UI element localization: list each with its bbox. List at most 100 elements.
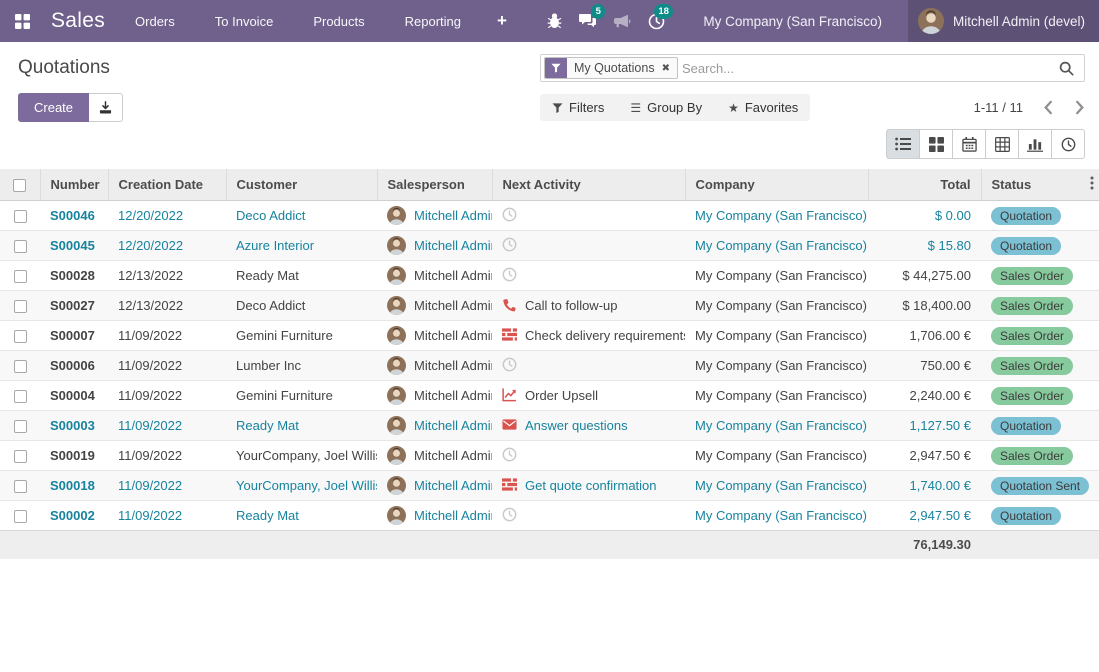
activity-label[interactable]: Check delivery requirements bbox=[525, 328, 685, 343]
company-link[interactable]: My Company (San Francisco) bbox=[695, 208, 867, 223]
order-number-link[interactable]: S00045 bbox=[50, 238, 95, 253]
clock-icon[interactable] bbox=[502, 507, 517, 525]
order-number-link[interactable]: S00027 bbox=[50, 298, 95, 313]
envelope-icon[interactable] bbox=[502, 417, 517, 435]
pivot-view-icon[interactable] bbox=[985, 129, 1019, 159]
row-checkbox[interactable] bbox=[14, 420, 27, 433]
row-checkbox[interactable] bbox=[14, 510, 27, 523]
row-checkbox[interactable] bbox=[14, 300, 27, 313]
company-link[interactable]: My Company (San Francisco) bbox=[695, 508, 867, 523]
salesperson-link[interactable]: Mitchell Admin bbox=[414, 358, 492, 373]
search-facet-my-quotations[interactable]: My Quotations ✖ bbox=[544, 57, 678, 79]
favorites-button[interactable]: ★ Favorites bbox=[728, 100, 798, 115]
order-number-link[interactable]: S00018 bbox=[50, 478, 95, 493]
optional-columns-icon[interactable] bbox=[1090, 176, 1094, 193]
salesperson-link[interactable]: Mitchell Admin bbox=[414, 238, 492, 253]
table-row[interactable]: S0001811/09/2022YourCompany, Joel Willis… bbox=[0, 471, 1099, 501]
debug-bug-icon[interactable] bbox=[537, 0, 571, 42]
order-number-link[interactable]: S00003 bbox=[50, 418, 95, 433]
pager-next-icon[interactable] bbox=[1075, 100, 1085, 115]
company-link[interactable]: My Company (San Francisco) bbox=[695, 358, 867, 373]
order-number-link[interactable]: S00002 bbox=[50, 508, 95, 523]
kanban-view-icon[interactable] bbox=[919, 129, 953, 159]
row-checkbox[interactable] bbox=[14, 240, 27, 253]
row-checkbox[interactable] bbox=[14, 270, 27, 283]
salesperson-link[interactable]: Mitchell Admin bbox=[414, 208, 492, 223]
activities-clock-icon[interactable]: 18 bbox=[639, 0, 673, 42]
customer-link[interactable]: Ready Mat bbox=[236, 508, 299, 523]
phone-icon[interactable] bbox=[502, 297, 517, 315]
search-input[interactable] bbox=[682, 61, 1049, 76]
pager-previous-icon[interactable] bbox=[1043, 100, 1053, 115]
company-switcher[interactable]: My Company (San Francisco) bbox=[673, 0, 908, 42]
clock-icon[interactable] bbox=[502, 237, 517, 255]
group-by-button[interactable]: ☰ Group By bbox=[630, 100, 702, 115]
chart-icon[interactable] bbox=[502, 387, 517, 405]
activity-label[interactable]: Call to follow-up bbox=[525, 298, 618, 313]
clock-icon[interactable] bbox=[502, 207, 517, 225]
salesperson-link[interactable]: Mitchell Admin bbox=[414, 448, 492, 463]
customer-link[interactable]: Gemini Furniture bbox=[236, 388, 333, 403]
header-creation-date[interactable]: Creation Date bbox=[108, 169, 226, 201]
order-number-link[interactable]: S00007 bbox=[50, 328, 95, 343]
activity-label[interactable]: Get quote confirmation bbox=[525, 478, 657, 493]
clock-icon[interactable] bbox=[502, 357, 517, 375]
customer-link[interactable]: Deco Addict bbox=[236, 298, 305, 313]
company-link[interactable]: My Company (San Francisco) bbox=[695, 328, 867, 343]
messages-icon[interactable]: 5 bbox=[571, 0, 605, 42]
export-download-icon[interactable] bbox=[89, 93, 123, 122]
header-number[interactable]: Number bbox=[40, 169, 108, 201]
row-checkbox[interactable] bbox=[14, 390, 27, 403]
customer-link[interactable]: Deco Addict bbox=[236, 208, 305, 223]
table-row[interactable]: S0000711/09/2022Gemini FurnitureMitchell… bbox=[0, 321, 1099, 351]
customer-link[interactable]: Lumber Inc bbox=[236, 358, 301, 373]
company-link[interactable]: My Company (San Francisco) bbox=[695, 448, 867, 463]
table-row[interactable]: S0001911/09/2022YourCompany, Joel Willis… bbox=[0, 441, 1099, 471]
calendar-view-icon[interactable] bbox=[952, 129, 986, 159]
row-checkbox[interactable] bbox=[14, 450, 27, 463]
user-menu[interactable]: Mitchell Admin (devel) bbox=[908, 0, 1099, 42]
table-row[interactable]: S0004512/20/2022Azure InteriorMitchell A… bbox=[0, 231, 1099, 261]
salesperson-link[interactable]: Mitchell Admin bbox=[414, 388, 492, 403]
company-link[interactable]: My Company (San Francisco) bbox=[695, 388, 867, 403]
order-number-link[interactable]: S00006 bbox=[50, 358, 95, 373]
salesperson-link[interactable]: Mitchell Admin bbox=[414, 508, 492, 523]
customer-link[interactable]: YourCompany, Joel Willis bbox=[236, 478, 377, 493]
order-number-link[interactable]: S00046 bbox=[50, 208, 95, 223]
company-link[interactable]: My Company (San Francisco) bbox=[695, 268, 867, 283]
table-row[interactable]: S0002812/13/2022Ready MatMitchell AdminM… bbox=[0, 261, 1099, 291]
app-name[interactable]: Sales bbox=[51, 9, 105, 33]
salesperson-link[interactable]: Mitchell Admin bbox=[414, 268, 492, 283]
customer-link[interactable]: YourCompany, Joel Willis bbox=[236, 448, 377, 463]
activity-label[interactable]: Order Upsell bbox=[525, 388, 598, 403]
table-row[interactable]: S0000411/09/2022Gemini FurnitureMitchell… bbox=[0, 381, 1099, 411]
nav-item-orders[interactable]: Orders bbox=[115, 0, 195, 42]
header-status[interactable]: Status bbox=[981, 169, 1099, 201]
row-checkbox[interactable] bbox=[14, 330, 27, 343]
header-total[interactable]: Total bbox=[868, 169, 981, 201]
salesperson-link[interactable]: Mitchell Admin bbox=[414, 298, 492, 313]
company-link[interactable]: My Company (San Francisco) bbox=[695, 478, 867, 493]
row-checkbox[interactable] bbox=[14, 210, 27, 223]
order-number-link[interactable]: S00019 bbox=[50, 448, 95, 463]
nav-item-to-invoice[interactable]: To Invoice bbox=[195, 0, 294, 42]
salesperson-link[interactable]: Mitchell Admin bbox=[414, 418, 492, 433]
row-checkbox[interactable] bbox=[14, 480, 27, 493]
salesperson-link[interactable]: Mitchell Admin bbox=[414, 478, 492, 493]
clock-icon[interactable] bbox=[502, 267, 517, 285]
table-row[interactable]: S0004612/20/2022Deco AddictMitchell Admi… bbox=[0, 201, 1099, 231]
customer-link[interactable]: Ready Mat bbox=[236, 418, 299, 433]
facet-remove-icon[interactable]: ✖ bbox=[662, 63, 670, 74]
tasks-icon[interactable] bbox=[502, 327, 517, 345]
activity-label[interactable]: Answer questions bbox=[525, 418, 628, 433]
clock-icon[interactable] bbox=[502, 447, 517, 465]
customer-link[interactable]: Ready Mat bbox=[236, 268, 299, 283]
company-link[interactable]: My Company (San Francisco) bbox=[695, 298, 867, 313]
company-link[interactable]: My Company (San Francisco) bbox=[695, 418, 867, 433]
table-row[interactable]: S0000211/09/2022Ready MatMitchell AdminM… bbox=[0, 501, 1099, 531]
order-number-link[interactable]: S00028 bbox=[50, 268, 95, 283]
plus-menu-icon[interactable]: + bbox=[481, 11, 523, 31]
select-all-checkbox[interactable] bbox=[13, 179, 26, 192]
salesperson-link[interactable]: Mitchell Admin bbox=[414, 328, 492, 343]
filters-button[interactable]: Filters bbox=[552, 100, 604, 115]
